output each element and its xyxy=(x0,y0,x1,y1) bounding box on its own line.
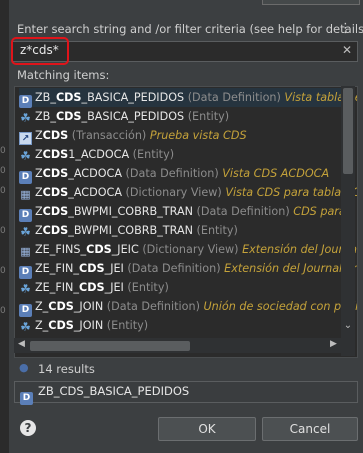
list-item[interactable]: ▦ ZCDS_ACDOCA (Dictionary View) Vista CDS… xyxy=(19,183,357,202)
item-name: ZCDS1_ACDOCA xyxy=(35,148,130,161)
item-description: Prueba vista CDS xyxy=(146,129,247,142)
entity-icon: ☘ xyxy=(20,225,31,239)
item-name: ZCDS_BWPMI_COBRB_TRAN xyxy=(35,224,193,237)
list-item[interactable]: ☘ ZE_FIN_CDS_JEI (Entity) xyxy=(19,278,349,297)
list-item[interactable]: D ZE_FIN_CDS_JEI (Data Definition) Extens… xyxy=(19,259,357,279)
item-name: Z_CDS_JOIN xyxy=(35,319,104,332)
annotation-highlight-box xyxy=(11,37,69,65)
entity-icon: ☘ xyxy=(20,320,31,334)
item-description: Vista CDS para tabla ACDOCA xyxy=(225,186,357,199)
data-definition-icon: D xyxy=(20,385,33,405)
selected-item-name: ZB_CDS_BASICA_PEDIDOS xyxy=(38,384,190,398)
item-description: Extensión del Journal en xyxy=(220,262,358,275)
item-type: (Data Definition) xyxy=(121,167,219,180)
item-type: (Entity) xyxy=(184,110,230,123)
dictionary-view-icon: ▦ xyxy=(20,188,31,201)
entity-icon: ☘ xyxy=(20,111,31,125)
top-field-edge xyxy=(262,0,360,5)
list-item[interactable]: D Z_CDS_JOIN (Data Definition) Unión de s… xyxy=(19,297,357,317)
search-prompt: Enter search string and /or filter crite… xyxy=(17,22,363,36)
item-description: Unión de sociedad con pedidos xyxy=(203,300,357,313)
background-editor-gutter: 0 0 0 0 0 0 xyxy=(0,0,9,453)
item-type: (Data Definition) xyxy=(103,300,200,313)
matching-items-label: Matching items: xyxy=(17,68,110,82)
list-item[interactable]: ↗ ZCDS (Transacción) Prueba vista CDS xyxy=(19,126,349,145)
cancel-button[interactable]: Cancel xyxy=(262,417,358,441)
list-item[interactable]: ☘ ZCDS1_ACDOCA (Entity) xyxy=(19,145,349,164)
dictionary-view-icon: ▦ xyxy=(20,245,31,258)
item-type: (Dictionary View) xyxy=(121,186,222,199)
gutter-mark: 0 xyxy=(0,306,6,316)
entity-icon: ☘ xyxy=(20,282,31,296)
scroll-left-icon[interactable]: ◀ xyxy=(18,339,25,349)
item-name: ZB_CDS_BASICA_PEDIDOS xyxy=(35,110,185,123)
list-item[interactable]: D ZCDS_ACDOCA (Data Definition) Vista CDS… xyxy=(19,164,349,184)
gutter-mark: 0 xyxy=(0,166,6,176)
item-type: (Data Definition) xyxy=(192,205,290,218)
list-item[interactable]: ☘ ZCDS_BWPMI_COBRB_TRAN (Entity) xyxy=(19,221,349,240)
item-name: ZB_CDS_BASICA_PEDIDOS xyxy=(35,91,185,104)
list-item[interactable]: ☘ ZB_CDS_BASICA_PEDIDOS (Entity) xyxy=(19,107,349,126)
list-item[interactable]: D ZB_CDS_BASICA_PEDIDOS (Data Definition)… xyxy=(19,88,357,108)
gutter-mark: 0 xyxy=(0,186,6,196)
list-item[interactable]: ▦ ZE_FINS_CDS_JEIC (Dictionary View) Exte… xyxy=(19,240,357,259)
item-type: (Dictionary View) xyxy=(138,243,239,256)
gutter-mark: 0 xyxy=(0,226,6,236)
matching-items-list[interactable]: D ZB_CDS_BASICA_PEDIDOS (Data Definition)… xyxy=(14,86,358,358)
item-type: (Entity) xyxy=(129,148,175,161)
item-description: CDS para xyxy=(289,205,346,218)
close-icon[interactable]: ✕ xyxy=(342,43,352,57)
results-icon: ● xyxy=(19,361,29,374)
item-type: (Transacción) xyxy=(68,129,147,142)
more-vertical-icon[interactable]: ⋮ xyxy=(339,21,352,36)
gutter-mark: 0 xyxy=(0,146,6,156)
item-type: (Entity) xyxy=(123,281,169,294)
item-name: ZCDS_ACDOCA xyxy=(35,167,122,180)
item-name: ZE_FIN_CDS_JEI xyxy=(35,281,124,294)
item-type: (Data Definition) xyxy=(184,91,281,104)
item-name: ZCDS_BWPMI_COBRB_TRAN xyxy=(35,205,193,218)
horizontal-scrollbar-thumb[interactable] xyxy=(30,341,190,351)
scroll-right-icon[interactable]: ▶ xyxy=(330,339,337,349)
list-item[interactable]: ☘ Z_CDS_JOIN (Entity) xyxy=(19,316,349,335)
entity-icon: ☘ xyxy=(20,149,31,163)
gutter-mark: 0 xyxy=(0,266,6,276)
item-name: ZE_FINS_CDS_JEIC xyxy=(35,243,139,256)
item-name: ZE_FIN_CDS_JEI xyxy=(35,262,124,275)
vertical-scrollbar-thumb[interactable] xyxy=(343,88,353,174)
results-count: 14 results xyxy=(38,362,95,376)
help-icon[interactable]: ? xyxy=(20,420,36,436)
item-type: (Data Definition) xyxy=(123,262,221,275)
item-type: (Entity) xyxy=(192,224,238,237)
item-name: ZCDS_ACDOCA xyxy=(35,186,122,199)
item-name: Z_CDS_JOIN xyxy=(35,300,104,313)
transaction-icon: ↗ xyxy=(19,132,32,145)
item-type: (Entity) xyxy=(103,319,149,332)
scroll-down-icon[interactable]: ⌄ xyxy=(342,320,354,331)
ok-button[interactable]: OK xyxy=(158,417,256,441)
list-item[interactable]: D ZCDS_BWPMI_COBRB_TRAN (Data Definition)… xyxy=(19,202,349,222)
item-name: ZCDS xyxy=(35,129,69,142)
item-description: Vista CDS ACDOCA xyxy=(218,167,330,180)
